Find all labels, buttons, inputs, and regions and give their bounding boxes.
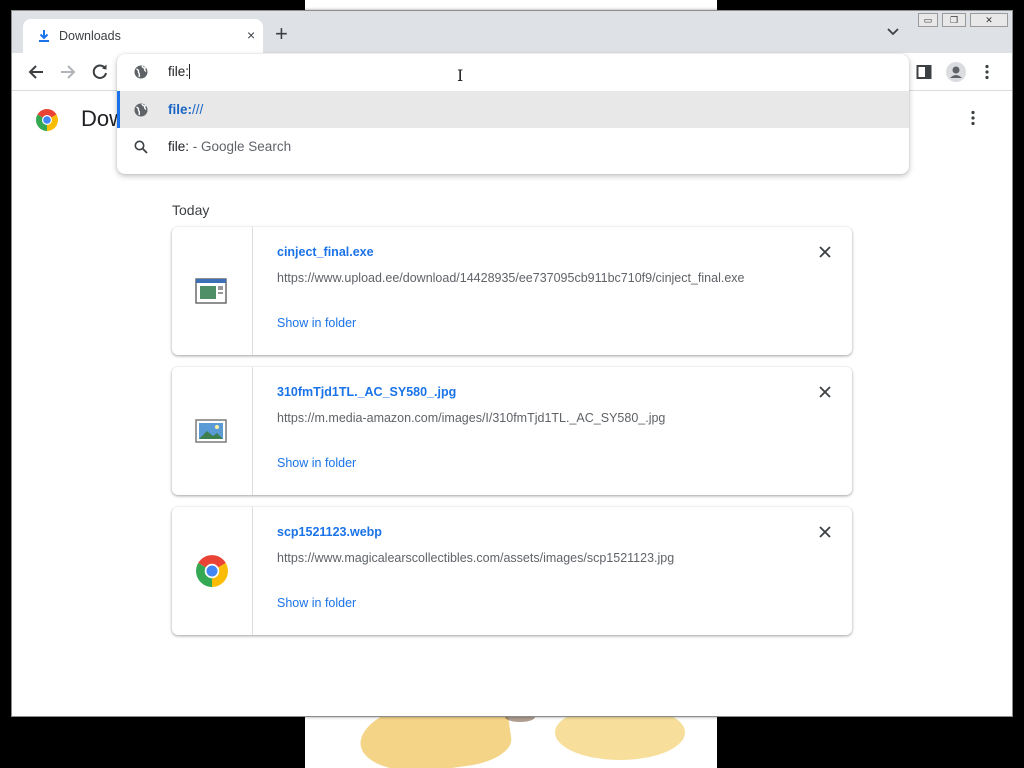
remove-download-icon[interactable] xyxy=(818,245,832,259)
remove-download-icon[interactable] xyxy=(818,385,832,399)
chrome-logo-icon xyxy=(36,109,58,131)
show-in-folder-link[interactable]: Show in folder xyxy=(277,456,356,470)
download-source-url[interactable]: https://m.media-amazon.com/images/I/310f… xyxy=(277,411,777,425)
tab-close-icon[interactable]: × xyxy=(247,27,255,43)
chrome-icon xyxy=(196,555,228,587)
download-icon xyxy=(39,30,49,42)
search-icon xyxy=(134,140,148,154)
forward-icon[interactable] xyxy=(59,63,77,81)
tab-downloads[interactable]: Downloads × xyxy=(23,19,263,53)
globe-icon xyxy=(134,103,148,117)
download-file-name[interactable]: 310fmTjd1TL._AC_SY580_.jpg xyxy=(277,385,456,399)
image-file-icon xyxy=(195,419,227,443)
tab-title: Downloads xyxy=(59,29,121,43)
address-bar[interactable]: file: I xyxy=(117,54,909,90)
text-caret xyxy=(189,64,191,79)
downloads-page: Dow Today cinject_final.exe https://www.… xyxy=(12,92,1012,716)
globe-icon xyxy=(134,65,148,79)
file-icon-column xyxy=(172,367,253,495)
back-icon[interactable] xyxy=(27,63,45,81)
side-panel-icon[interactable] xyxy=(916,64,932,80)
file-icon-column xyxy=(172,507,253,635)
file-icon-column xyxy=(172,227,253,355)
download-source-url[interactable]: https://www.magicalearscollectibles.com/… xyxy=(277,551,777,565)
suggestion-search-text: file: - Google Search xyxy=(168,139,292,154)
executable-file-icon xyxy=(195,278,227,304)
omnibox-dropdown: file: I file:/// file: - Google Search xyxy=(117,54,909,174)
omnibox-suggestion-file-url[interactable]: file:/// xyxy=(117,91,909,128)
address-input[interactable]: file: xyxy=(168,64,191,79)
tab-strip: Downloads × + ▭ ❐ ✕ xyxy=(12,11,1012,53)
download-file-name[interactable]: cinject_final.exe xyxy=(277,245,374,259)
ibeam-cursor-icon: I xyxy=(457,66,464,85)
download-file-name[interactable]: scp1521123.webp xyxy=(277,525,382,539)
browser-window: Downloads × + ▭ ❐ ✕ file: I file:/// fil… xyxy=(11,10,1013,717)
new-tab-button[interactable]: + xyxy=(275,23,288,45)
close-window-button[interactable]: ✕ xyxy=(970,13,1008,27)
chevron-down-icon[interactable] xyxy=(887,28,899,36)
show-in-folder-link[interactable]: Show in folder xyxy=(277,596,356,610)
suggestion-url: file:/// xyxy=(168,102,204,117)
download-item: cinject_final.exe https://www.upload.ee/… xyxy=(172,227,852,355)
remove-download-icon[interactable] xyxy=(818,525,832,539)
minimize-button[interactable]: ▭ xyxy=(918,13,938,27)
profile-avatar-icon[interactable] xyxy=(946,62,966,82)
show-in-folder-link[interactable]: Show in folder xyxy=(277,316,356,330)
date-section-label: Today xyxy=(172,202,210,218)
browser-menu-icon[interactable] xyxy=(984,64,990,80)
download-item: scp1521123.webp https://www.magicalearsc… xyxy=(172,507,852,635)
download-source-url[interactable]: https://www.upload.ee/download/14428935/… xyxy=(277,271,777,285)
restore-button[interactable]: ❐ xyxy=(942,13,966,27)
download-item: 310fmTjd1TL._AC_SY580_.jpg https://m.med… xyxy=(172,367,852,495)
omnibox-suggestion-search[interactable]: file: - Google Search xyxy=(117,128,909,165)
reload-icon[interactable] xyxy=(91,63,109,81)
more-actions-icon[interactable] xyxy=(970,110,976,126)
